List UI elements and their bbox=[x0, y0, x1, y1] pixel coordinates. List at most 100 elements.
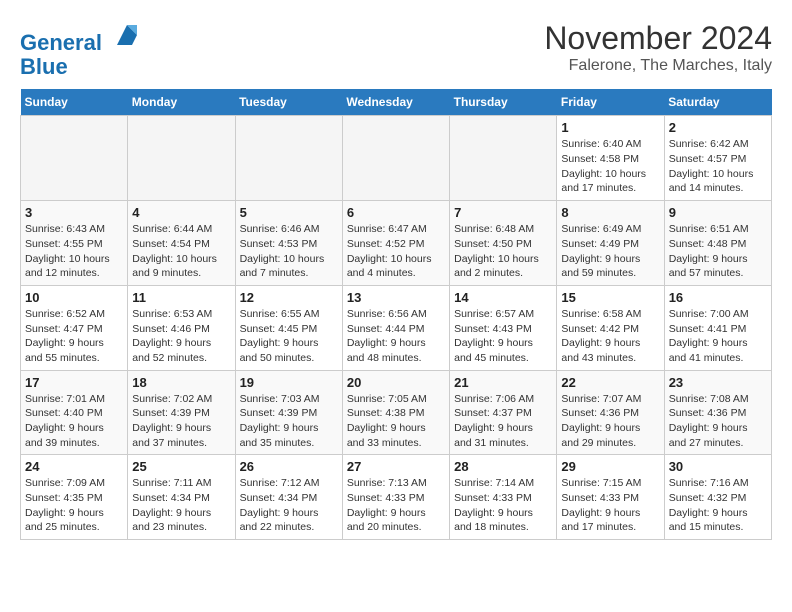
day-info: Sunrise: 6:57 AMSunset: 4:43 PMDaylight:… bbox=[454, 307, 552, 366]
logo: General Blue bbox=[20, 20, 142, 79]
day-info: Sunrise: 7:05 AMSunset: 4:38 PMDaylight:… bbox=[347, 392, 445, 451]
location-title: Falerone, The Marches, Italy bbox=[544, 57, 772, 75]
calendar-cell: 23Sunrise: 7:08 AMSunset: 4:36 PMDayligh… bbox=[664, 370, 771, 455]
weekday-header-row: SundayMondayTuesdayWednesdayThursdayFrid… bbox=[21, 89, 772, 116]
calendar-week-row: 10 Sunrise: 6:52 AMSunset: 4:47 PMDayligh… bbox=[21, 285, 772, 370]
day-number: 29 bbox=[561, 459, 659, 474]
day-number: 17 bbox=[25, 375, 123, 390]
day-info: Sunrise: 6:43 AMSunset: 4:55 PMDaylight:… bbox=[25, 222, 123, 281]
logo-icon bbox=[112, 20, 142, 50]
weekday-header-thursday: Thursday bbox=[450, 89, 557, 116]
day-number: 26 bbox=[240, 459, 338, 474]
day-number: 24 bbox=[25, 459, 123, 474]
day-info: Sunrise: 7:06 AMSunset: 4:37 PMDaylight:… bbox=[454, 392, 552, 451]
calendar-cell: 14Sunrise: 6:57 AMSunset: 4:43 PMDayligh… bbox=[450, 285, 557, 370]
day-info: Sunrise: 6:46 AMSunset: 4:53 PMDaylight:… bbox=[240, 222, 338, 281]
calendar-cell: 26 Sunrise: 7:12 AMSunset: 4:34 PMDayligh… bbox=[235, 455, 342, 540]
day-number: 22 bbox=[561, 375, 659, 390]
calendar-cell: 10 Sunrise: 6:52 AMSunset: 4:47 PMDayligh… bbox=[21, 285, 128, 370]
calendar-cell: 11 Sunrise: 6:53 AMSunset: 4:46 PMDayligh… bbox=[128, 285, 235, 370]
day-info: Sunrise: 7:01 AMSunset: 4:40 PMDaylight:… bbox=[25, 392, 123, 451]
calendar-cell: 21 Sunrise: 7:06 AMSunset: 4:37 PMDayligh… bbox=[450, 370, 557, 455]
calendar-cell: 2Sunrise: 6:42 AMSunset: 4:57 PMDaylight… bbox=[664, 116, 771, 201]
day-info: Sunrise: 6:58 AMSunset: 4:42 PMDaylight:… bbox=[561, 307, 659, 366]
calendar-cell: 16Sunrise: 7:00 AMSunset: 4:41 PMDayligh… bbox=[664, 285, 771, 370]
calendar-cell: 20 Sunrise: 7:05 AMSunset: 4:38 PMDayligh… bbox=[342, 370, 449, 455]
day-number: 20 bbox=[347, 375, 445, 390]
day-info: Sunrise: 7:02 AMSunset: 4:39 PMDaylight:… bbox=[132, 392, 230, 451]
weekday-header-friday: Friday bbox=[557, 89, 664, 116]
calendar-cell: 17 Sunrise: 7:01 AMSunset: 4:40 PMDayligh… bbox=[21, 370, 128, 455]
weekday-header-tuesday: Tuesday bbox=[235, 89, 342, 116]
day-number: 1 bbox=[561, 120, 659, 135]
day-info: Sunrise: 7:12 AMSunset: 4:34 PMDaylight:… bbox=[240, 476, 338, 535]
day-number: 6 bbox=[347, 205, 445, 220]
calendar-cell: 4 Sunrise: 6:44 AMSunset: 4:54 PMDaylight… bbox=[128, 201, 235, 286]
day-info: Sunrise: 6:47 AMSunset: 4:52 PMDaylight:… bbox=[347, 222, 445, 281]
calendar-cell bbox=[21, 116, 128, 201]
calendar-week-row: 24 Sunrise: 7:09 AMSunset: 4:35 PMDayligh… bbox=[21, 455, 772, 540]
day-info: Sunrise: 7:07 AMSunset: 4:36 PMDaylight:… bbox=[561, 392, 659, 451]
day-info: Sunrise: 6:56 AMSunset: 4:44 PMDaylight:… bbox=[347, 307, 445, 366]
calendar-cell: 18 Sunrise: 7:02 AMSunset: 4:39 PMDayligh… bbox=[128, 370, 235, 455]
day-number: 7 bbox=[454, 205, 552, 220]
calendar-cell bbox=[128, 116, 235, 201]
calendar-cell bbox=[342, 116, 449, 201]
calendar-cell: 27Sunrise: 7:13 AMSunset: 4:33 PMDayligh… bbox=[342, 455, 449, 540]
day-info: Sunrise: 6:40 AMSunset: 4:58 PMDaylight:… bbox=[561, 137, 659, 196]
day-number: 3 bbox=[25, 205, 123, 220]
day-number: 2 bbox=[669, 120, 767, 135]
calendar-cell bbox=[450, 116, 557, 201]
calendar-cell: 6 Sunrise: 6:47 AMSunset: 4:52 PMDaylight… bbox=[342, 201, 449, 286]
day-info: Sunrise: 7:15 AMSunset: 4:33 PMDaylight:… bbox=[561, 476, 659, 535]
day-info: Sunrise: 6:44 AMSunset: 4:54 PMDaylight:… bbox=[132, 222, 230, 281]
weekday-header-monday: Monday bbox=[128, 89, 235, 116]
day-number: 5 bbox=[240, 205, 338, 220]
day-info: Sunrise: 6:48 AMSunset: 4:50 PMDaylight:… bbox=[454, 222, 552, 281]
day-info: Sunrise: 7:16 AMSunset: 4:32 PMDaylight:… bbox=[669, 476, 767, 535]
calendar-week-row: 3 Sunrise: 6:43 AMSunset: 4:55 PMDaylight… bbox=[21, 201, 772, 286]
day-number: 19 bbox=[240, 375, 338, 390]
calendar-week-row: 1 Sunrise: 6:40 AMSunset: 4:58 PMDaylight… bbox=[21, 116, 772, 201]
calendar-week-row: 17 Sunrise: 7:01 AMSunset: 4:40 PMDayligh… bbox=[21, 370, 772, 455]
calendar-cell: 9Sunrise: 6:51 AMSunset: 4:48 PMDaylight… bbox=[664, 201, 771, 286]
calendar-cell bbox=[235, 116, 342, 201]
day-number: 4 bbox=[132, 205, 230, 220]
calendar-cell: 15 Sunrise: 6:58 AMSunset: 4:42 PMDayligh… bbox=[557, 285, 664, 370]
calendar-cell: 13Sunrise: 6:56 AMSunset: 4:44 PMDayligh… bbox=[342, 285, 449, 370]
day-info: Sunrise: 7:03 AMSunset: 4:39 PMDaylight:… bbox=[240, 392, 338, 451]
day-info: Sunrise: 6:55 AMSunset: 4:45 PMDaylight:… bbox=[240, 307, 338, 366]
day-info: Sunrise: 7:11 AMSunset: 4:34 PMDaylight:… bbox=[132, 476, 230, 535]
day-info: Sunrise: 6:52 AMSunset: 4:47 PMDaylight:… bbox=[25, 307, 123, 366]
month-title: November 2024 bbox=[544, 20, 772, 57]
day-number: 25 bbox=[132, 459, 230, 474]
weekday-header-saturday: Saturday bbox=[664, 89, 771, 116]
day-number: 10 bbox=[25, 290, 123, 305]
day-number: 23 bbox=[669, 375, 767, 390]
day-info: Sunrise: 6:51 AMSunset: 4:48 PMDaylight:… bbox=[669, 222, 767, 281]
day-info: Sunrise: 6:49 AMSunset: 4:49 PMDaylight:… bbox=[561, 222, 659, 281]
day-info: Sunrise: 7:14 AMSunset: 4:33 PMDaylight:… bbox=[454, 476, 552, 535]
logo-general: General bbox=[20, 30, 102, 55]
calendar-cell: 8 Sunrise: 6:49 AMSunset: 4:49 PMDaylight… bbox=[557, 201, 664, 286]
day-number: 8 bbox=[561, 205, 659, 220]
weekday-header-wednesday: Wednesday bbox=[342, 89, 449, 116]
calendar-cell: 12Sunrise: 6:55 AMSunset: 4:45 PMDayligh… bbox=[235, 285, 342, 370]
day-number: 15 bbox=[561, 290, 659, 305]
day-number: 30 bbox=[669, 459, 767, 474]
calendar-cell: 5 Sunrise: 6:46 AMSunset: 4:53 PMDaylight… bbox=[235, 201, 342, 286]
day-info: Sunrise: 6:53 AMSunset: 4:46 PMDaylight:… bbox=[132, 307, 230, 366]
calendar-cell: 3 Sunrise: 6:43 AMSunset: 4:55 PMDaylight… bbox=[21, 201, 128, 286]
day-info: Sunrise: 7:09 AMSunset: 4:35 PMDaylight:… bbox=[25, 476, 123, 535]
day-number: 18 bbox=[132, 375, 230, 390]
logo-blue: Blue bbox=[20, 54, 68, 79]
calendar-cell: 19 Sunrise: 7:03 AMSunset: 4:39 PMDayligh… bbox=[235, 370, 342, 455]
day-number: 21 bbox=[454, 375, 552, 390]
day-number: 11 bbox=[132, 290, 230, 305]
day-info: Sunrise: 7:00 AMSunset: 4:41 PMDaylight:… bbox=[669, 307, 767, 366]
day-number: 28 bbox=[454, 459, 552, 474]
weekday-header-sunday: Sunday bbox=[21, 89, 128, 116]
title-area: November 2024 Falerone, The Marches, Ita… bbox=[544, 20, 772, 75]
calendar-table: SundayMondayTuesdayWednesdayThursdayFrid… bbox=[20, 89, 772, 540]
day-number: 27 bbox=[347, 459, 445, 474]
